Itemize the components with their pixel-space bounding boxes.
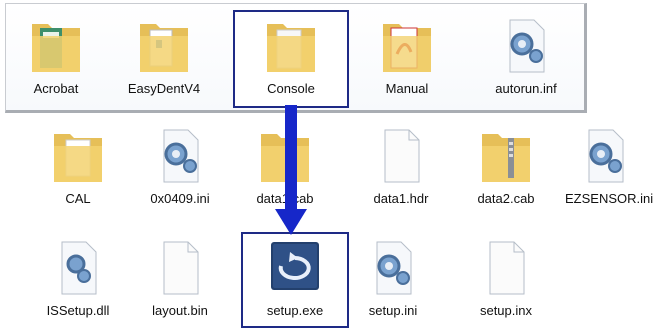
- file-label: autorun.inf: [495, 81, 557, 96]
- file-label: data1.hdr: [373, 191, 429, 206]
- file-item-layout-bin[interactable]: layout.bin: [130, 234, 230, 330]
- file-label: Console: [267, 81, 315, 96]
- file-item-setup-exe[interactable]: setup.exe: [245, 234, 345, 330]
- settings-file-icon: [361, 236, 425, 300]
- file-item-cal[interactable]: CAL: [28, 122, 128, 218]
- file-label: ISSetup.dll: [46, 303, 110, 318]
- file-label: 0x0409.ini: [150, 191, 210, 206]
- file-item-issetup-dll[interactable]: ISSetup.dll: [28, 234, 128, 330]
- settings-file-icon: [573, 124, 637, 188]
- settings-file-icon: [148, 124, 212, 188]
- file-item-ezsensor-ini[interactable]: EZSENSOR.ini: [555, 122, 654, 218]
- file-label: EZSENSOR.ini: [565, 191, 654, 206]
- zip-folder-icon: [474, 124, 538, 188]
- setup-exe-icon: [263, 236, 327, 300]
- file-item-acrobat[interactable]: Acrobat: [6, 12, 106, 108]
- file-item-easydentv4[interactable]: EasyDentV4: [114, 12, 214, 108]
- folder-icon: [24, 14, 88, 78]
- file-item-0x0409-ini[interactable]: 0x0409.ini: [130, 122, 230, 218]
- file-item-data2-cab[interactable]: data2.cab: [456, 122, 556, 218]
- file-item-setup-ini[interactable]: setup.ini: [343, 234, 443, 330]
- file-item-console[interactable]: Console: [241, 12, 341, 108]
- file-label: CAL: [65, 191, 91, 206]
- file-item-manual[interactable]: Manual: [357, 12, 457, 108]
- file-item-setup-inx[interactable]: setup.inx: [456, 234, 556, 330]
- folder-pdf-icon: [375, 14, 439, 78]
- file-item-data1-hdr[interactable]: data1.hdr: [351, 122, 451, 218]
- folder-icon: [259, 14, 323, 78]
- file-label: setup.inx: [479, 303, 533, 318]
- folder-icon: [46, 124, 110, 188]
- arrow-down-icon: [275, 105, 307, 235]
- file-label: data2.cab: [477, 191, 535, 206]
- settings-file-icon: [494, 14, 558, 78]
- file-label: setup.ini: [368, 303, 418, 318]
- blank-file-icon: [369, 124, 433, 188]
- file-label: EasyDentV4: [127, 81, 201, 96]
- folder-icon: [132, 14, 196, 78]
- file-label: Acrobat: [33, 81, 79, 96]
- blank-file-icon: [474, 236, 538, 300]
- dll-file-icon: [46, 236, 110, 300]
- file-label: setup.exe: [266, 303, 324, 318]
- file-label: layout.bin: [152, 303, 208, 318]
- file-item-autorun-inf[interactable]: autorun.inf: [476, 12, 576, 108]
- file-label: Manual: [385, 81, 429, 96]
- blank-file-icon: [148, 236, 212, 300]
